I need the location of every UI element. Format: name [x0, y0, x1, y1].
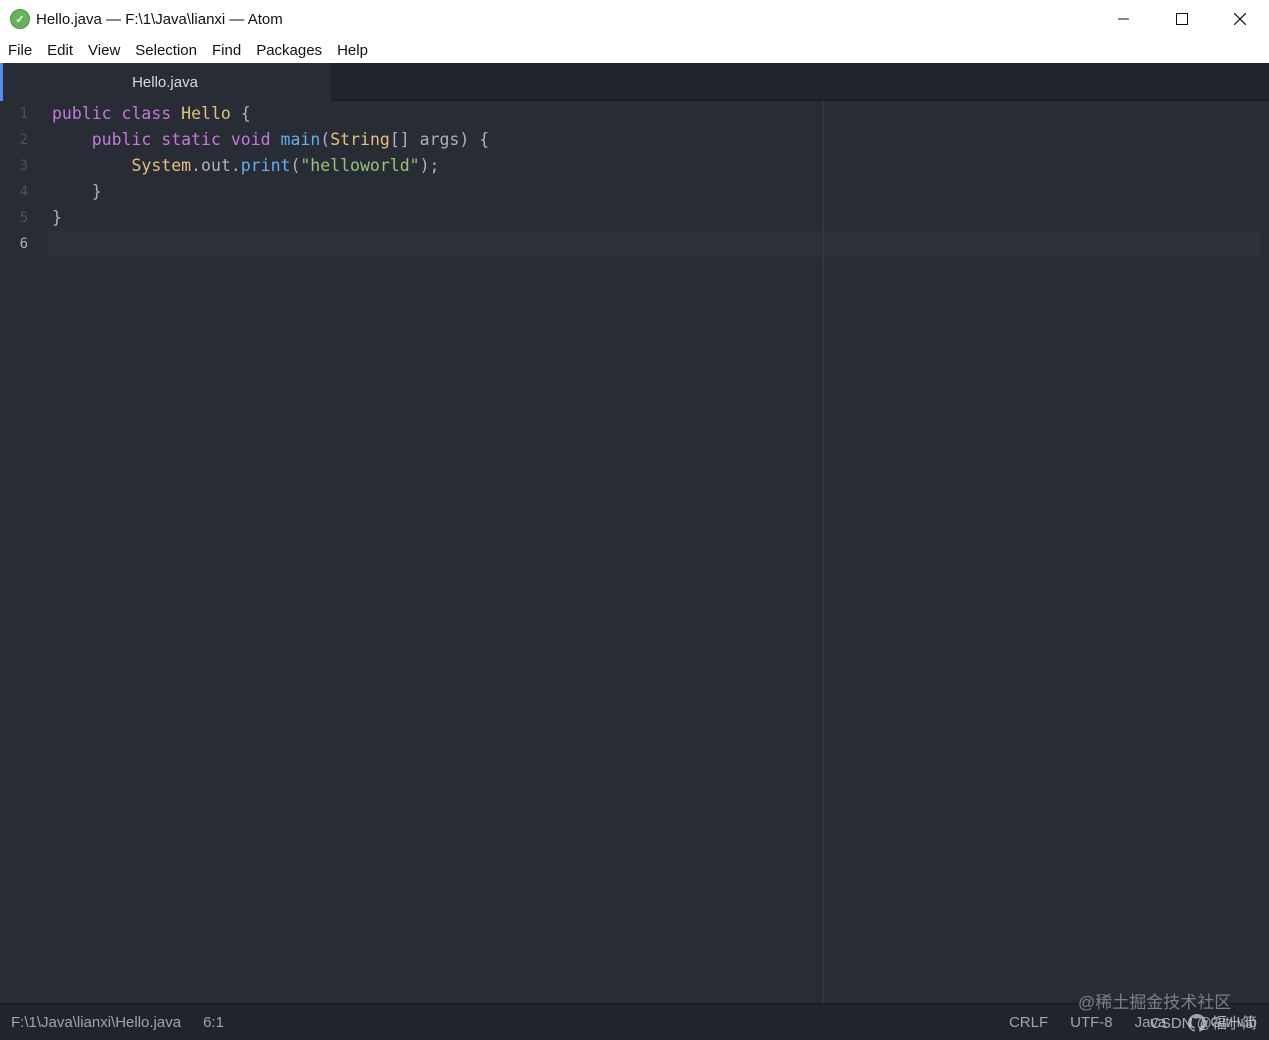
tab-label: Hello.java	[132, 73, 198, 91]
menu-find[interactable]: Find	[212, 42, 241, 59]
code-text: (	[290, 156, 301, 175]
code-line: }	[52, 179, 102, 205]
menu-help[interactable]: Help	[337, 42, 368, 59]
close-button[interactable]	[1211, 0, 1269, 38]
maximize-icon	[1176, 13, 1188, 25]
code-line: public class Hello {	[52, 101, 251, 127]
keyword: public	[52, 104, 112, 123]
menu-view[interactable]: View	[88, 42, 120, 59]
minimize-icon	[1118, 18, 1129, 20]
class-name: String	[330, 130, 390, 149]
menu-bar: File Edit View Selection Find Packages H…	[0, 38, 1269, 63]
code-text: [] args) {	[389, 130, 490, 149]
code-line: }	[52, 205, 62, 231]
line-number: 5	[19, 210, 28, 226]
code-text: }	[52, 208, 62, 227]
tab-bar: Hello.java	[0, 63, 1269, 101]
minimize-button[interactable]	[1095, 0, 1153, 38]
window-controls	[1095, 0, 1269, 38]
function-name: main	[280, 130, 321, 149]
keyword: void	[230, 130, 271, 149]
cursor-line-highlight	[48, 231, 1260, 257]
csdn-watermark: CSDN @福小简	[1150, 1015, 1257, 1032]
tab-hello-java[interactable]: Hello.java	[0, 63, 331, 101]
function-name: print	[240, 156, 291, 175]
text-editor[interactable]: 1 2 3 4 5 6 public class Hello { public …	[0, 101, 1269, 1003]
code-text: (	[320, 130, 331, 149]
line-number: 4	[19, 184, 28, 200]
maximize-button[interactable]	[1153, 0, 1211, 38]
line-number: 3	[19, 158, 28, 174]
keyword: public	[91, 130, 152, 149]
menu-file[interactable]: File	[8, 42, 32, 59]
keyword: static	[161, 130, 221, 149]
status-file-path[interactable]: F:\1\Java\lianxi\Hello.java	[11, 1014, 181, 1031]
code-line: System.out.print("helloworld");	[52, 153, 439, 179]
juejin-watermark: @稀土掘金技术社区	[1078, 993, 1232, 1012]
string-literal: "helloworld"	[300, 156, 420, 175]
title-bar: ✓ Hello.java — F:\1\Java\lianxi — Atom	[0, 0, 1269, 38]
menu-selection[interactable]: Selection	[135, 42, 197, 59]
menu-edit[interactable]: Edit	[47, 42, 73, 59]
menu-packages[interactable]: Packages	[256, 42, 322, 59]
class-name: System	[131, 156, 192, 175]
keyword: class	[121, 104, 172, 123]
code-line: public static void main(String[] args) {	[52, 127, 489, 153]
wrap-guide	[823, 101, 824, 1003]
code-text: {	[230, 104, 251, 123]
status-encoding[interactable]: UTF-8	[1070, 1014, 1113, 1031]
line-number: 2	[19, 132, 28, 148]
status-line-ending[interactable]: CRLF	[1009, 1014, 1048, 1031]
line-number: 1	[19, 106, 28, 122]
code-text: }	[52, 182, 102, 201]
status-cursor-position[interactable]: 6:1	[203, 1014, 224, 1031]
line-number-active: 6	[19, 236, 28, 252]
atom-app-icon: ✓	[10, 9, 30, 29]
window-title: Hello.java — F:\1\Java\lianxi — Atom	[36, 10, 283, 28]
code-text: );	[419, 156, 440, 175]
close-icon	[1234, 13, 1246, 25]
class-name: Hello	[181, 104, 231, 123]
code-text: .out.	[191, 156, 241, 175]
